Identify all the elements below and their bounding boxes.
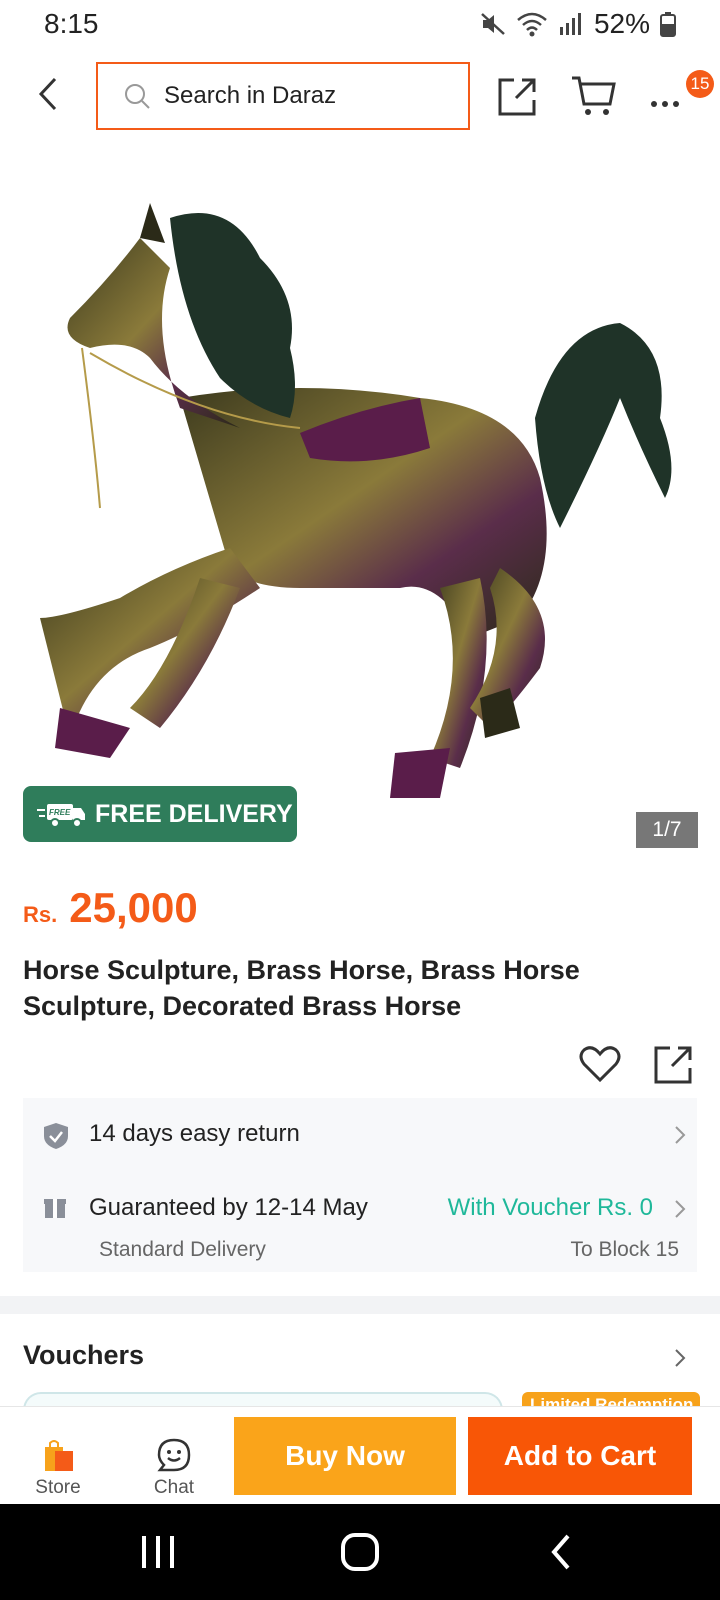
package-icon xyxy=(44,1199,66,1218)
mute-icon xyxy=(480,11,506,37)
free-delivery-label: FREE DELIVERY xyxy=(95,799,293,828)
wishlist-button[interactable] xyxy=(578,1042,622,1086)
status-icons: 52% xyxy=(480,8,676,40)
wifi-icon xyxy=(516,11,548,37)
vouchers-chevron-icon[interactable] xyxy=(674,1348,686,1368)
free-delivery-badge: FREE FREE DELIVERY xyxy=(23,786,297,842)
product-title: Horse Sculpture, Brass Horse, Brass Hors… xyxy=(23,955,580,1021)
search-box[interactable] xyxy=(96,62,470,130)
shield-check-icon xyxy=(44,1123,68,1149)
app-screen: { "status_bar": { "time": "8:15", "batte… xyxy=(0,0,720,1600)
home-icon xyxy=(341,1533,379,1571)
back-arrow-icon xyxy=(38,77,57,111)
delivery-location: To Block 15 xyxy=(570,1238,679,1261)
cart-button[interactable] xyxy=(570,74,618,118)
cart-icon xyxy=(572,76,616,115)
top-header: 15 xyxy=(0,58,720,134)
system-back-icon xyxy=(551,1534,570,1570)
store-label: Store xyxy=(35,1477,81,1498)
search-input[interactable] xyxy=(164,82,424,110)
price: Rs. 25,000 xyxy=(23,884,198,932)
more-button[interactable] xyxy=(646,78,690,114)
price-currency: Rs. xyxy=(23,902,58,927)
add-to-cart-button[interactable]: Add to Cart xyxy=(468,1417,692,1495)
return-policy-row[interactable]: 14 days easy return xyxy=(23,1098,697,1172)
chat-button[interactable]: Chat xyxy=(126,1413,222,1499)
cart-count-badge: 15 xyxy=(686,70,714,98)
product-share-button[interactable] xyxy=(652,1042,696,1086)
truck-icon: FREE xyxy=(37,804,85,828)
back-button[interactable] xyxy=(28,72,68,116)
vouchers-heading: Vouchers xyxy=(23,1340,145,1370)
status-bar: 8:15 52% xyxy=(0,0,720,50)
bottom-action-bar: Store Chat Buy Now Add to Cart xyxy=(0,1406,720,1504)
more-dots-icon xyxy=(651,101,679,107)
search-icon xyxy=(125,84,150,109)
system-nav-bar xyxy=(0,1504,720,1600)
chevron-right-icon xyxy=(675,1200,686,1218)
store-button[interactable]: Store xyxy=(10,1413,106,1499)
buy-now-button[interactable]: Buy Now xyxy=(234,1417,456,1495)
share-button[interactable] xyxy=(496,74,540,118)
battery-icon xyxy=(660,11,676,37)
price-value: 25,000 xyxy=(69,884,198,931)
home-button[interactable] xyxy=(330,1528,390,1576)
delivery-text: Guaranteed by 12-14 May xyxy=(89,1194,368,1221)
free-tag-text: FREE xyxy=(49,808,71,817)
system-back-button[interactable] xyxy=(532,1528,592,1576)
brass-horse-image xyxy=(40,203,672,798)
share-icon xyxy=(498,78,536,116)
store-bag-icon xyxy=(45,1440,73,1471)
service-info-card: 14 days easy return Guaranteed by 12-14 … xyxy=(23,1098,697,1272)
chat-label: Chat xyxy=(153,1477,195,1498)
product-image-gallery[interactable] xyxy=(0,148,720,860)
return-text: 14 days easy return xyxy=(89,1120,300,1147)
delivery-type: Standard Delivery xyxy=(99,1238,266,1261)
chat-icon xyxy=(157,1438,191,1472)
battery-percent: 52% xyxy=(593,8,650,39)
recent-apps-button[interactable] xyxy=(128,1528,188,1576)
section-divider xyxy=(0,1296,720,1314)
recent-apps-icon xyxy=(142,1536,174,1568)
image-counter: 1/7 xyxy=(636,812,698,848)
share-icon xyxy=(654,1046,692,1084)
delivery-row[interactable]: Guaranteed by 12-14 May Standard Deliver… xyxy=(23,1172,697,1272)
signal-icon xyxy=(558,11,584,37)
chevron-right-icon xyxy=(675,1126,686,1144)
delivery-voucher: With Voucher Rs. 0 xyxy=(447,1194,653,1221)
status-time: 8:15 xyxy=(44,8,99,39)
heart-icon xyxy=(579,1046,621,1083)
